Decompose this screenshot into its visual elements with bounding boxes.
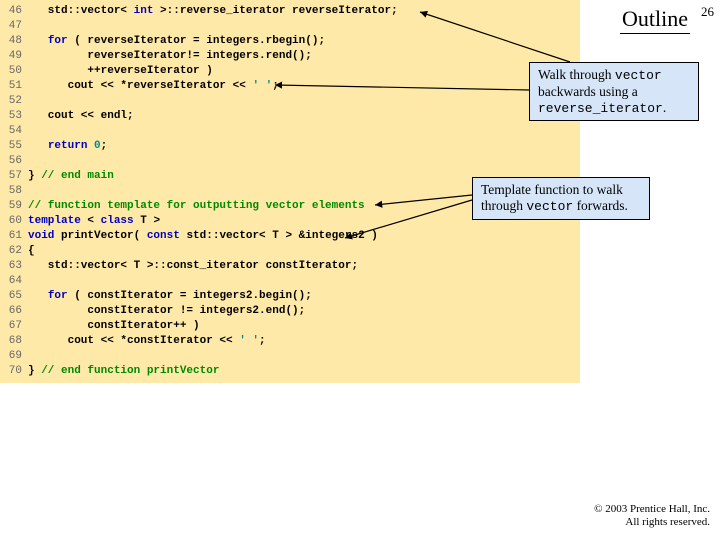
callout-reverse-iterator: Walk through vector backwards using a re… xyxy=(529,62,699,121)
copyright-line1: © 2003 Prentice Hall, Inc. xyxy=(594,503,710,517)
line-number: 61 xyxy=(0,229,28,244)
line-number: 53 xyxy=(0,109,28,124)
code-line: 47 xyxy=(0,19,580,34)
code-line: 69 xyxy=(0,349,580,364)
code-line: 70} // end function printVector xyxy=(0,364,580,379)
line-number: 52 xyxy=(0,94,28,109)
code-line: 52 xyxy=(0,94,580,109)
code-line: 56 xyxy=(0,154,580,169)
outline-title: Outline xyxy=(620,6,690,34)
line-number: 59 xyxy=(0,199,28,214)
line-number: 69 xyxy=(0,349,28,364)
line-number: 60 xyxy=(0,214,28,229)
line-number: 55 xyxy=(0,139,28,154)
code-line: 46 std::vector< int >::reverse_iterator … xyxy=(0,4,580,19)
line-number: 65 xyxy=(0,289,28,304)
code-line: 61void printVector( const std::vector< T… xyxy=(0,229,580,244)
line-number: 49 xyxy=(0,49,28,64)
line-number: 67 xyxy=(0,319,28,334)
line-number: 68 xyxy=(0,334,28,349)
slide-number: 26 xyxy=(701,4,714,20)
line-number: 46 xyxy=(0,4,28,19)
line-number: 48 xyxy=(0,34,28,49)
code-line: 64 xyxy=(0,274,580,289)
code-line: 62{ xyxy=(0,244,580,259)
line-number: 63 xyxy=(0,259,28,274)
line-number: 64 xyxy=(0,274,28,289)
line-number: 50 xyxy=(0,64,28,79)
code-line: 54 xyxy=(0,124,580,139)
copyright-line2: All rights reserved. xyxy=(594,516,710,530)
line-number: 58 xyxy=(0,184,28,199)
code-line: 51 cout << *reverseIterator << ' '; xyxy=(0,79,580,94)
code-line: 66 constIterator != integers2.end(); xyxy=(0,304,580,319)
code-line: 53 cout << endl; xyxy=(0,109,580,124)
copyright: © 2003 Prentice Hall, Inc. All rights re… xyxy=(594,503,710,531)
line-number: 56 xyxy=(0,154,28,169)
code-line: 67 constIterator++ ) xyxy=(0,319,580,334)
code-line: 48 for ( reverseIterator = integers.rbeg… xyxy=(0,34,580,49)
callout-template-forward: Template function to walk through vector… xyxy=(472,177,650,220)
code-line: 55 return 0; xyxy=(0,139,580,154)
line-number: 66 xyxy=(0,304,28,319)
line-number: 57 xyxy=(0,169,28,184)
line-number: 62 xyxy=(0,244,28,259)
code-line: 50 ++reverseIterator ) xyxy=(0,64,580,79)
code-line: 49 reverseIterator!= integers.rend(); xyxy=(0,49,580,64)
code-line: 63 std::vector< T >::const_iterator cons… xyxy=(0,259,580,274)
line-number: 47 xyxy=(0,19,28,34)
line-number: 54 xyxy=(0,124,28,139)
line-number: 51 xyxy=(0,79,28,94)
line-number: 70 xyxy=(0,364,28,379)
code-line: 65 for ( constIterator = integers2.begin… xyxy=(0,289,580,304)
code-line: 68 cout << *constIterator << ' '; xyxy=(0,334,580,349)
